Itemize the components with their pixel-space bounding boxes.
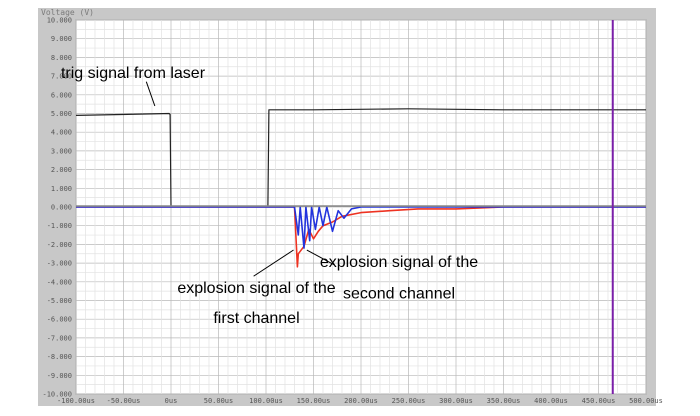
x-tick-label: 150.00us [297,397,331,405]
y-tick-label: -2.000 [47,241,72,249]
y-tick-label: -5.000 [47,297,72,305]
y-tick-label: 5.000 [51,110,72,118]
y-tick-label: 4.000 [51,129,72,137]
x-tick-label: -50.00us [107,397,141,405]
x-tick-label: 500.00us [629,397,663,405]
y-tick-label: -4.000 [47,278,72,286]
y-tick-label: -6.000 [47,316,72,324]
annotation-3: explosion signal of the [320,254,478,271]
y-tick-label: 9.000 [51,35,72,43]
y-tick-label: 6.000 [51,91,72,99]
y-tick-label: -3.000 [47,260,72,268]
x-tick-label: 100.00us [249,397,283,405]
y-tick-label: 8.000 [51,54,72,62]
y-tick-label: -8.000 [47,353,72,361]
annotation-4: second channel [343,286,455,303]
y-tick-label: 1.000 [51,185,72,193]
y-tick-label: 3.000 [51,147,72,155]
x-tick-label: 400.00us [534,397,568,405]
x-tick-label: 300.00us [439,397,473,405]
x-tick-labels: -100.00us -50.00us 0us 50.00us 100.00us 150.0… [57,397,663,405]
y-tick-label: -7.000 [47,334,72,342]
annotation-2: first channel [213,310,299,327]
x-tick-label: 450.00us [582,397,616,405]
y-tick-label: -9.000 [47,372,72,380]
x-tick-label: 50.00us [204,397,234,405]
y-tick-label: 2.000 [51,166,72,174]
plot-svg: 10.0009.0008.0007.0006.0005.0004.0003.00… [42,17,663,406]
y-tick-label: -1.000 [47,222,72,230]
x-tick-label: 250.00us [392,397,426,405]
annotation-0: trig signal from laser [61,65,206,82]
y-tick-label: 10.000 [47,17,72,25]
y-tick-label: 0.000 [51,204,72,212]
chart-window: Voltage (V) 10.000 9.000 8.000 7.000 6.000 5.… [0,0,700,416]
annotation-1: explosion signal of the [177,280,335,297]
x-tick-label: -100.00us [57,397,95,405]
x-tick-label: 350.00us [487,397,521,405]
x-tick-label: 200.00us [344,397,378,405]
x-tick-label: 0us [165,397,178,405]
